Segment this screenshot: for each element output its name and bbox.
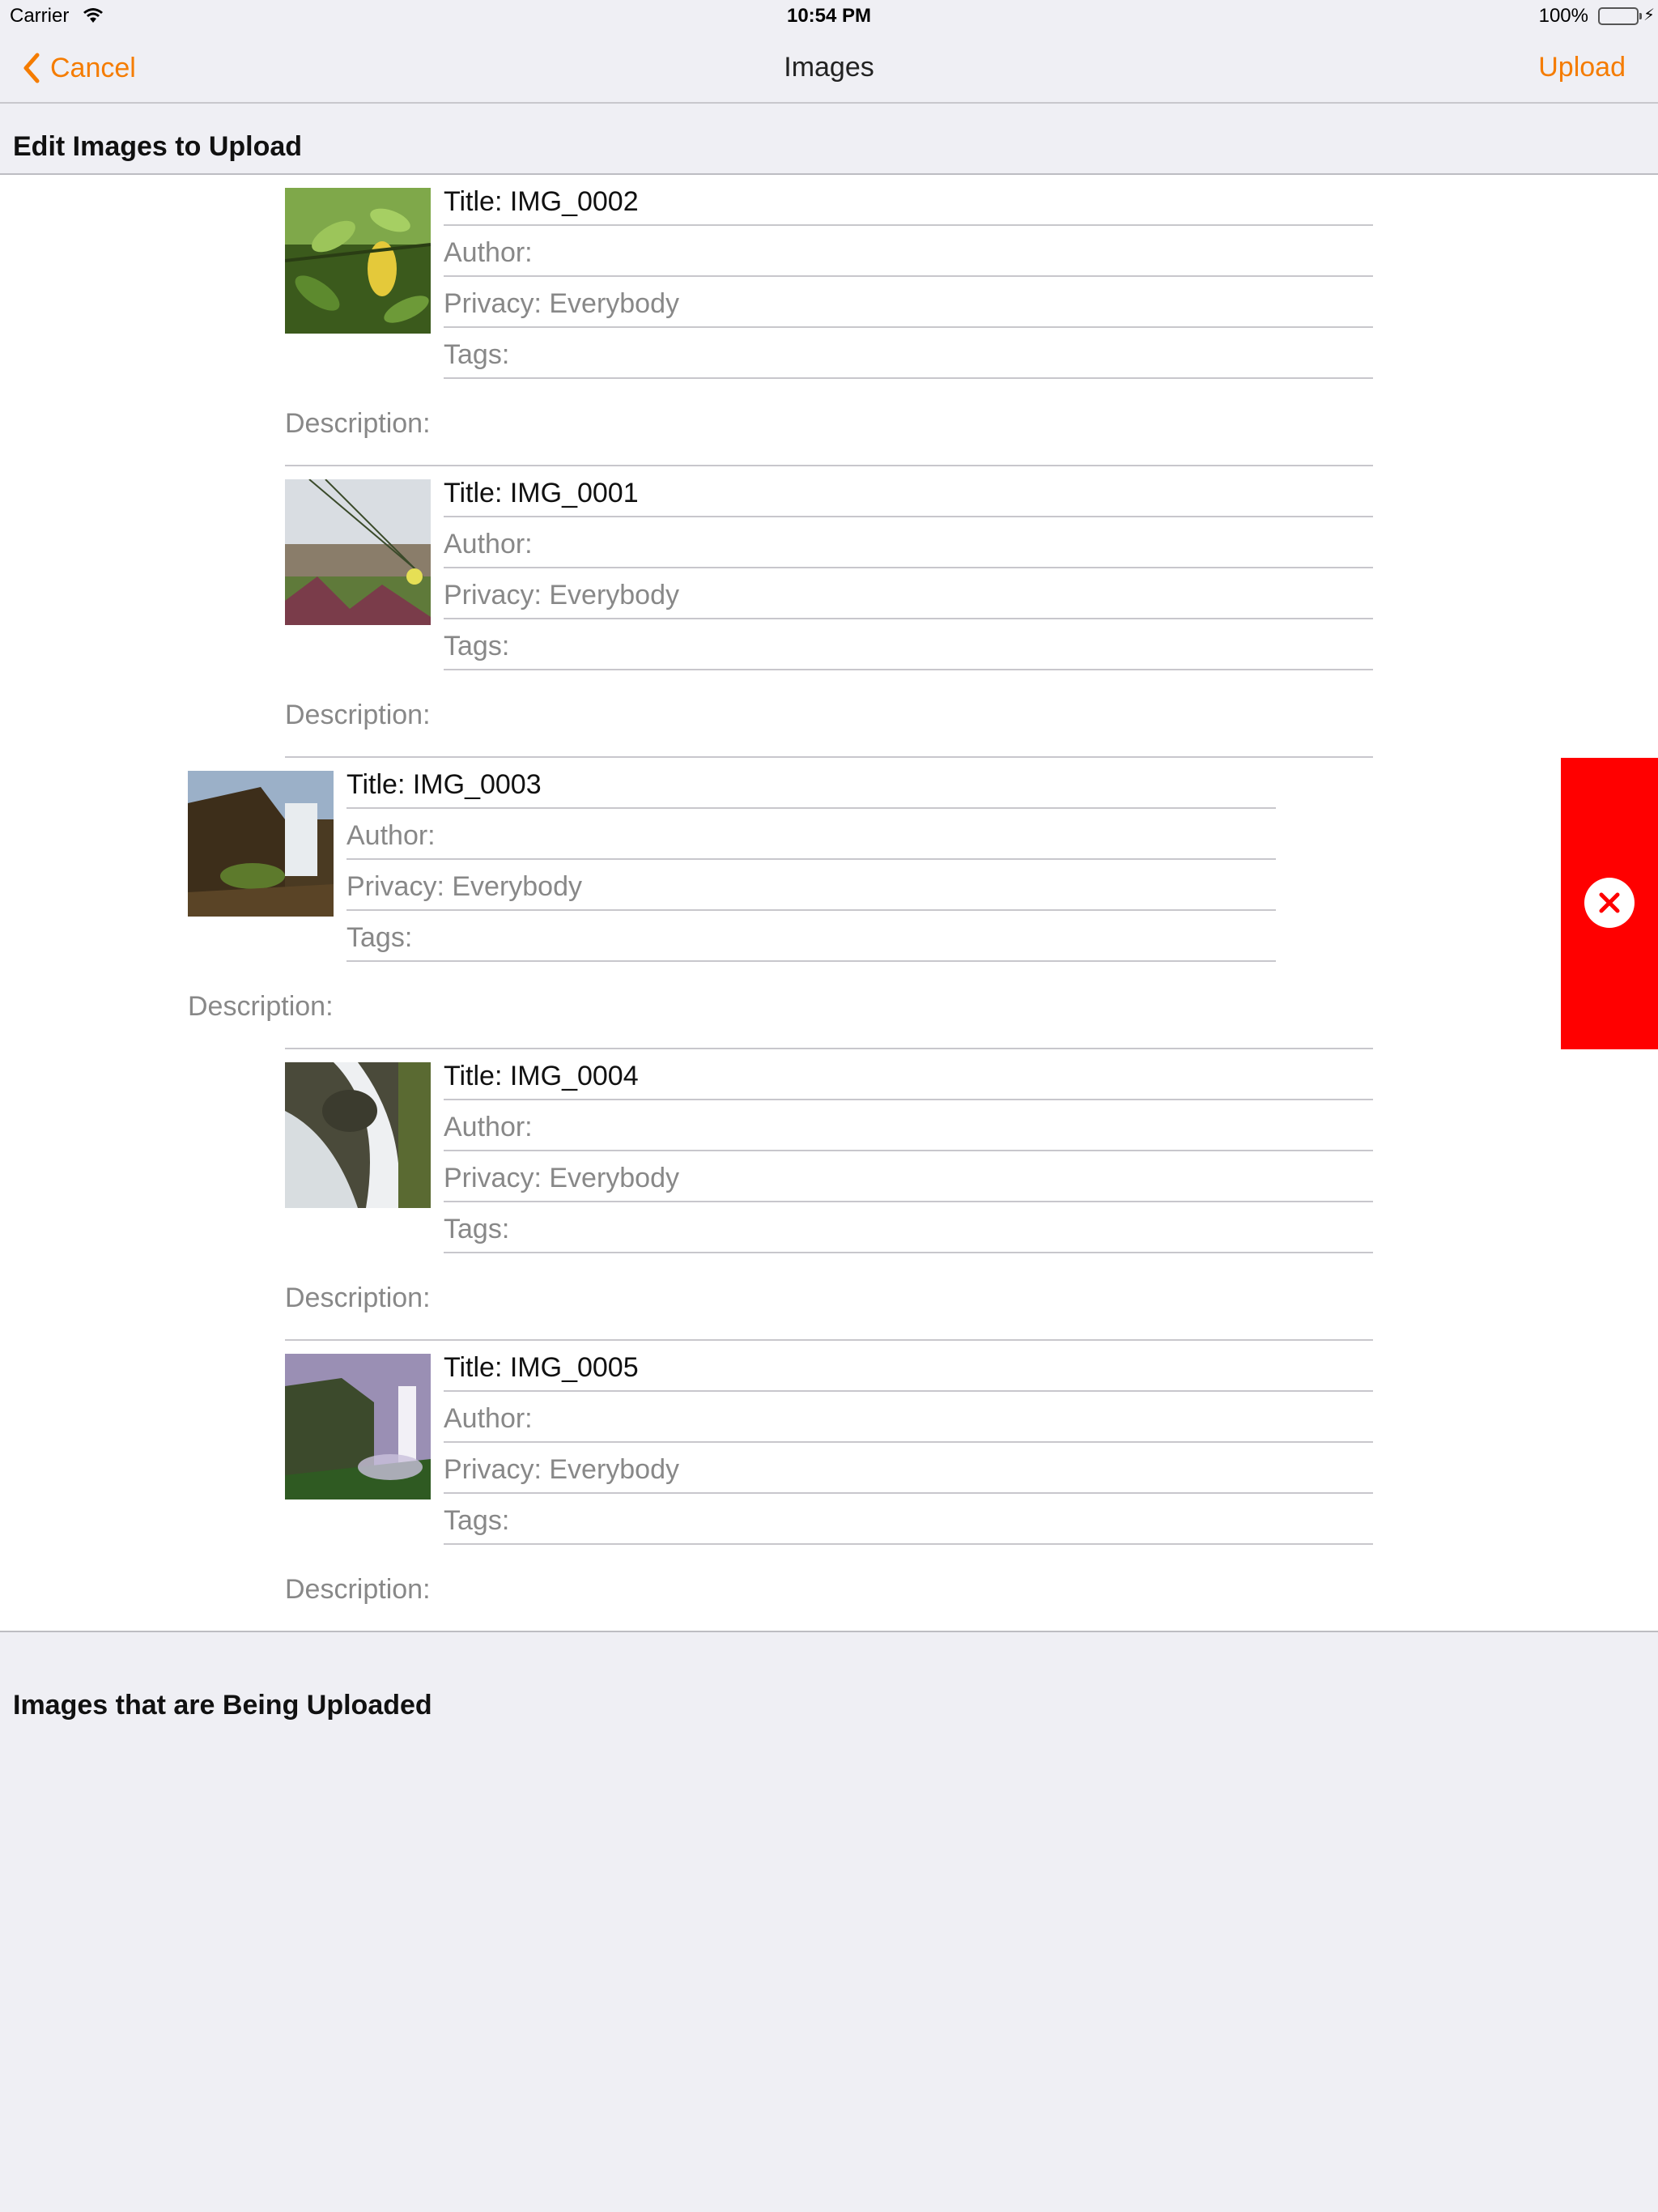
image-row[interactable]: Title: IMG_0005 Author: Privacy: Everybo…	[285, 1341, 1373, 1631]
description-field[interactable]: Description:	[285, 1273, 1373, 1341]
tags-field[interactable]: Tags:	[444, 619, 1373, 670]
privacy-field[interactable]: Privacy: Everybody	[444, 1443, 1373, 1494]
privacy-field[interactable]: Privacy: Everybody	[444, 1151, 1373, 1202]
title-field[interactable]: Title: IMG_0004	[444, 1049, 1373, 1100]
image-row[interactable]: Title: IMG_0003 Author: Privacy: Everybo…	[188, 758, 1276, 1049]
image-thumbnail	[285, 1354, 431, 1499]
edit-images-header: Edit Images to Upload	[13, 131, 303, 162]
battery-icon	[1598, 7, 1642, 25]
privacy-field[interactable]: Privacy: Everybody	[346, 860, 1276, 911]
image-row[interactable]: Title: IMG_0002 Author: Privacy: Everybo…	[285, 175, 1373, 466]
description-field[interactable]: Description:	[285, 398, 1373, 466]
privacy-field[interactable]: Privacy: Everybody	[444, 277, 1373, 328]
title-field[interactable]: Title: IMG_0005	[444, 1341, 1373, 1392]
title-field[interactable]: Title: IMG_0001	[444, 466, 1373, 517]
image-thumbnail	[285, 188, 431, 334]
tags-field[interactable]: Tags:	[346, 911, 1276, 962]
author-field[interactable]: Author:	[444, 226, 1373, 277]
title-field[interactable]: Title: IMG_0002	[444, 175, 1373, 226]
status-bar: Carrier 10:54 PM 100% ⚡	[0, 0, 1658, 32]
description-field[interactable]: Description:	[285, 690, 1373, 758]
close-circle-icon	[1584, 878, 1635, 928]
delete-button[interactable]	[1561, 758, 1658, 1049]
title-field[interactable]: Title: IMG_0003	[346, 758, 1276, 809]
charging-icon: ⚡	[1643, 6, 1655, 24]
tags-field[interactable]: Tags:	[444, 1494, 1373, 1545]
image-thumbnail	[188, 771, 334, 917]
author-field[interactable]: Author:	[346, 809, 1276, 860]
image-row[interactable]: Title: IMG_0004 Author: Privacy: Everybo…	[285, 1048, 1373, 1341]
status-time: 10:54 PM	[786, 5, 872, 27]
battery-percent: 100%	[1538, 5, 1588, 27]
privacy-field[interactable]: Privacy: Everybody	[444, 568, 1373, 619]
tags-field[interactable]: Tags:	[444, 1202, 1373, 1253]
edit-images-list: Title: IMG_0002 Author: Privacy: Everybo…	[0, 175, 1658, 1631]
description-field[interactable]: Description:	[285, 1564, 1373, 1631]
description-field[interactable]: Description:	[188, 981, 1276, 1049]
author-field[interactable]: Author:	[444, 1100, 1373, 1151]
uploading-images-header: Images that are Being Uploaded	[13, 1690, 432, 1721]
author-field[interactable]: Author:	[444, 1392, 1373, 1443]
section-divider	[0, 1631, 1658, 1632]
upload-button[interactable]: Upload	[1538, 52, 1626, 83]
author-field[interactable]: Author:	[444, 517, 1373, 568]
image-thumbnail	[285, 479, 431, 625]
page-title: Images	[784, 52, 874, 83]
image-thumbnail	[285, 1062, 431, 1208]
navigation-bar: Cancel Images Upload	[0, 32, 1658, 104]
tags-field[interactable]: Tags:	[444, 328, 1373, 379]
image-row[interactable]: Title: IMG_0001 Author: Privacy: Everybo…	[285, 466, 1373, 758]
